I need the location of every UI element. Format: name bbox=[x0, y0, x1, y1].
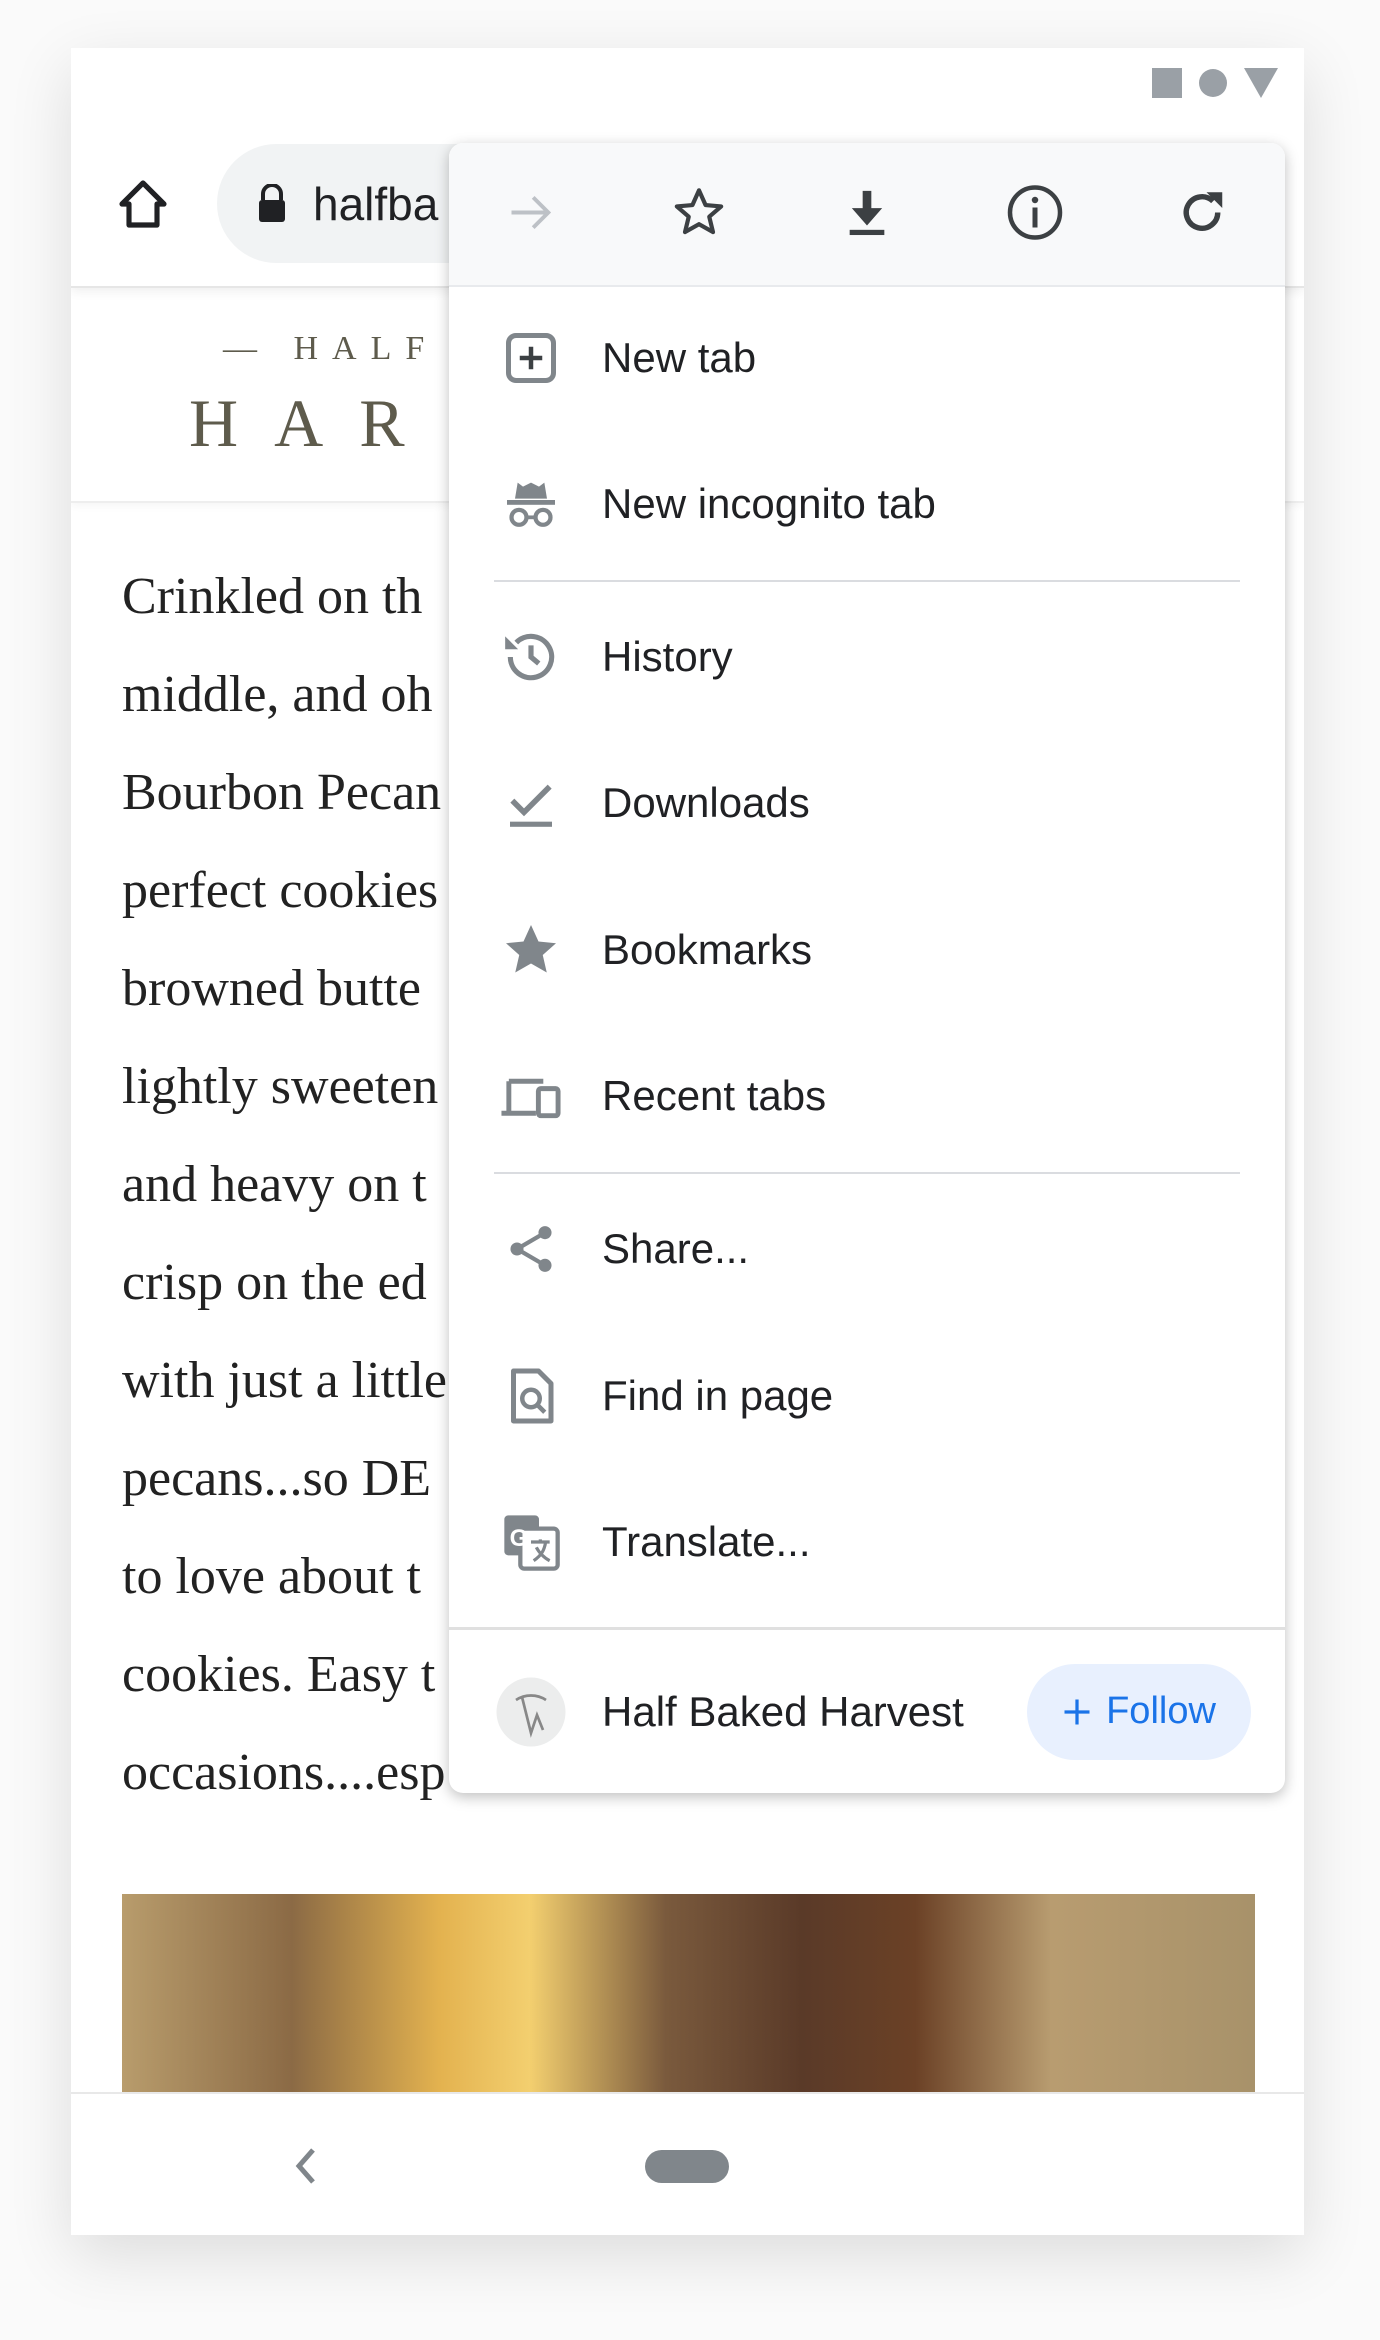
article-line: to love about t bbox=[122, 1548, 421, 1605]
menu-item-label: New incognito tab bbox=[602, 480, 936, 527]
article-line: middle, and oh bbox=[122, 666, 433, 723]
article-text: Crinkled on th middle, and oh Bourbon Pe… bbox=[122, 548, 482, 1822]
menu-item-find-in-page[interactable]: Find in page bbox=[449, 1323, 1285, 1469]
article-line: pecans...so DE bbox=[122, 1450, 432, 1507]
find-icon bbox=[501, 1366, 561, 1426]
menu-toolbar bbox=[449, 143, 1285, 287]
menu-item-new-incognito-tab[interactable]: New incognito tab bbox=[449, 431, 1285, 577]
menu-item-downloads[interactable]: Downloads bbox=[449, 730, 1285, 876]
history-icon bbox=[500, 626, 562, 688]
incognito-icon bbox=[499, 472, 563, 536]
forward-icon[interactable] bbox=[505, 187, 557, 244]
follow-button[interactable]: Follow bbox=[1027, 1663, 1251, 1760]
app-menu: New tab New incognito tab History Downlo… bbox=[449, 143, 1285, 1793]
home-icon[interactable] bbox=[115, 176, 171, 232]
bookmark-star-icon[interactable] bbox=[671, 185, 727, 246]
new-tab-icon bbox=[501, 328, 561, 388]
plus-icon bbox=[1064, 1699, 1090, 1724]
article-line: Crinkled on th bbox=[122, 568, 423, 625]
article-line: perfect cookies bbox=[122, 862, 439, 919]
site-name: Half Baked Harvest bbox=[602, 1687, 964, 1735]
menu-item-recent-tabs[interactable]: Recent tabs bbox=[449, 1023, 1285, 1169]
menu-item-label: New tab bbox=[602, 334, 757, 381]
article-line: browned butte bbox=[122, 960, 421, 1017]
menu-item-label: Share... bbox=[602, 1225, 750, 1272]
menu-footer-site: Half Baked Harvest Follow bbox=[449, 1630, 1285, 1793]
devices-icon bbox=[499, 1066, 563, 1126]
menu-item-translate[interactable]: G Translate... bbox=[449, 1469, 1285, 1615]
share-icon bbox=[503, 1221, 559, 1277]
menu-item-label: Bookmarks bbox=[602, 926, 813, 973]
lock-icon bbox=[259, 183, 285, 222]
follow-label: Follow bbox=[1106, 1690, 1216, 1732]
site-logo-bottom: HAR bbox=[189, 385, 441, 461]
menu-item-label: Downloads bbox=[602, 779, 810, 826]
article-line: and heavy on t bbox=[122, 1156, 427, 1213]
menu-divider bbox=[494, 1172, 1240, 1174]
menu-item-label: Recent tabs bbox=[602, 1072, 827, 1119]
site-avatar bbox=[495, 1676, 567, 1748]
menu-item-label: Translate... bbox=[602, 1518, 811, 1565]
article-line: lightly sweeten bbox=[122, 1058, 439, 1115]
article-line: crisp on the ed bbox=[122, 1254, 427, 1311]
menu-item-new-tab[interactable]: New tab bbox=[449, 285, 1285, 431]
article-line: Bourbon Pecan bbox=[122, 764, 442, 821]
cookie-photo bbox=[122, 1894, 1255, 2092]
site-logo-top: — HALF bbox=[223, 330, 439, 367]
download-icon[interactable] bbox=[841, 187, 893, 244]
menu-divider bbox=[494, 580, 1240, 582]
svg-text:G: G bbox=[510, 1525, 529, 1552]
menu-item-label: History bbox=[602, 633, 733, 680]
article-line: cookies. Easy t bbox=[122, 1646, 436, 1703]
system-nav-bar bbox=[71, 2092, 1304, 2235]
menu-item-history[interactable]: History bbox=[449, 584, 1285, 730]
menu-item-share[interactable]: Share... bbox=[449, 1176, 1285, 1322]
back-icon[interactable] bbox=[293, 2146, 317, 2186]
url-text: halfba bbox=[313, 177, 439, 230]
menu-item-label: Find in page bbox=[602, 1372, 834, 1419]
article-line: with just a little bbox=[122, 1352, 447, 1409]
home-pill[interactable] bbox=[645, 2150, 729, 2183]
downloads-icon bbox=[503, 775, 559, 831]
article-line: occasions....esp bbox=[122, 1744, 446, 1801]
info-icon[interactable] bbox=[1005, 183, 1065, 248]
menu-item-bookmarks[interactable]: Bookmarks bbox=[449, 877, 1285, 1023]
refresh-icon[interactable] bbox=[1175, 186, 1229, 245]
translate-icon: G bbox=[499, 1510, 563, 1574]
star-icon bbox=[501, 920, 561, 980]
